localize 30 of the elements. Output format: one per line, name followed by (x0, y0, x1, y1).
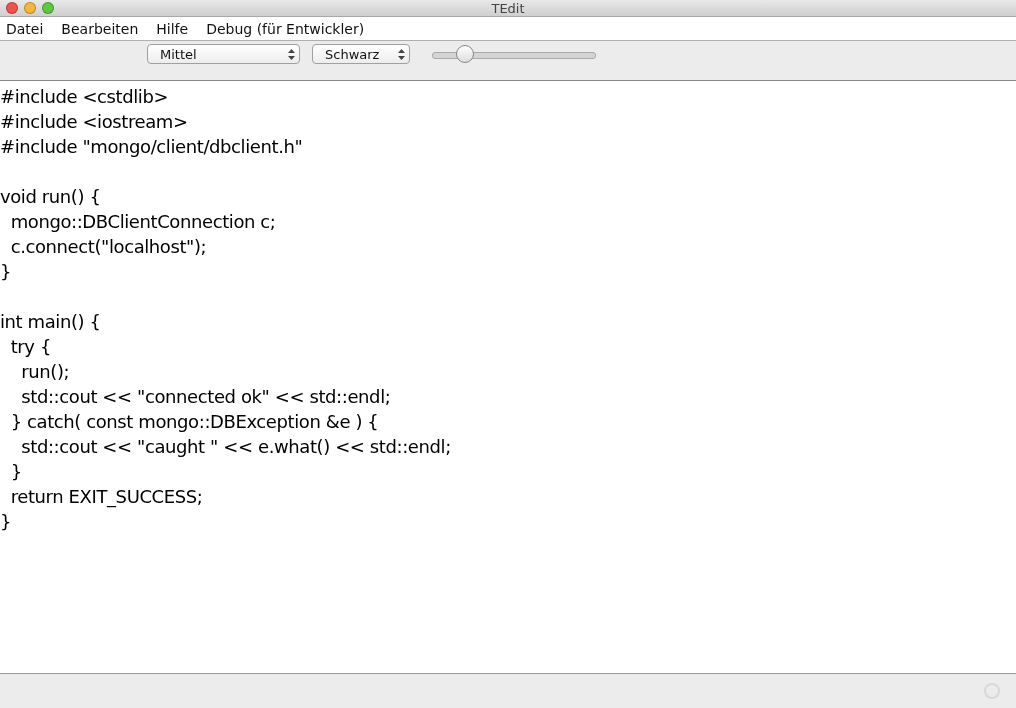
code-line: #include <iostream> (0, 110, 189, 134)
size-select[interactable]: Mittel (147, 44, 300, 64)
code-line: return EXIT_SUCCESS; (9, 485, 204, 509)
code-line: } (0, 510, 13, 534)
window-title: TEdit (491, 0, 525, 16)
code-line: try { (9, 335, 52, 359)
code-line: #include "mongo/client/dbclient.h" (0, 135, 304, 159)
code-line: run(); (20, 360, 71, 384)
code-line: int main() { (0, 310, 102, 334)
code-line: } catch( const mongo::DBException &e ) { (9, 410, 380, 434)
code-line: #include <cstdlib> (0, 85, 170, 109)
code-line: c.connect("localhost"); (9, 235, 208, 259)
slider-thumb[interactable] (456, 45, 475, 63)
code-line: } (9, 460, 23, 484)
code-line: void run() { (0, 185, 102, 209)
minimize-button[interactable] (24, 2, 36, 14)
color-select[interactable]: Schwarz (312, 44, 410, 64)
close-button[interactable] (6, 2, 18, 14)
menu-item[interactable]: Debug (für Entwickler) (206, 20, 365, 37)
menu-item[interactable]: Bearbeiten (61, 20, 139, 37)
updown-arrows-icon (398, 48, 405, 60)
menu-item[interactable]: Datei (6, 20, 44, 37)
menu-item[interactable]: Hilfe (156, 20, 189, 37)
zoom-button[interactable] (42, 2, 54, 14)
code-line: std::cout << "connected ok" << std::endl; (20, 385, 392, 409)
code-line: } (0, 260, 13, 284)
text-editor[interactable] (0, 81, 1016, 673)
code-line: std::cout << "caught " << e.what() << std::endl; (20, 435, 452, 459)
code-line: mongo::DBClientConnection c; (9, 210, 277, 234)
updown-arrows-icon (288, 48, 295, 60)
